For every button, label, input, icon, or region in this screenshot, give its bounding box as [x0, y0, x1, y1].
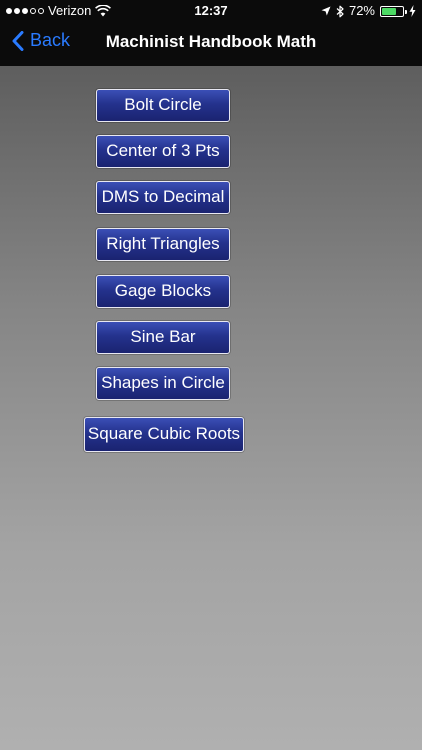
bolt-circle-button[interactable]: Bolt Circle — [96, 89, 230, 122]
page-title: Machinist Handbook Math — [105, 32, 317, 51]
bluetooth-icon — [336, 5, 344, 17]
gage-blocks-button[interactable]: Gage Blocks — [96, 275, 230, 308]
sine-bar-button[interactable]: Sine Bar — [96, 321, 230, 354]
status-right: 72% — [321, 0, 416, 22]
shapes-in-circle-button[interactable]: Shapes in Circle — [96, 367, 230, 400]
right-triangles-button[interactable]: Right Triangles — [96, 228, 230, 261]
location-arrow-icon — [321, 6, 331, 16]
top-bar: Verizon 12:37 72% Back Machinist Handboo… — [0, 0, 422, 66]
main-content: Bolt Circle Center of 3 Pts DMS to Decim… — [0, 66, 422, 750]
square-cubic-roots-button[interactable]: Square Cubic Roots — [84, 417, 244, 452]
status-bar: Verizon 12:37 72% — [0, 0, 422, 22]
battery-fill — [382, 7, 396, 15]
center-of-3-pts-button[interactable]: Center of 3 Pts — [96, 135, 230, 168]
dms-to-decimal-button[interactable]: DMS to Decimal — [96, 181, 230, 214]
charging-bolt-icon — [409, 5, 416, 17]
battery-percent: 72% — [348, 3, 375, 18]
battery-icon — [380, 5, 407, 17]
navigation-bar: Back Machinist Handbook Math — [0, 22, 422, 66]
